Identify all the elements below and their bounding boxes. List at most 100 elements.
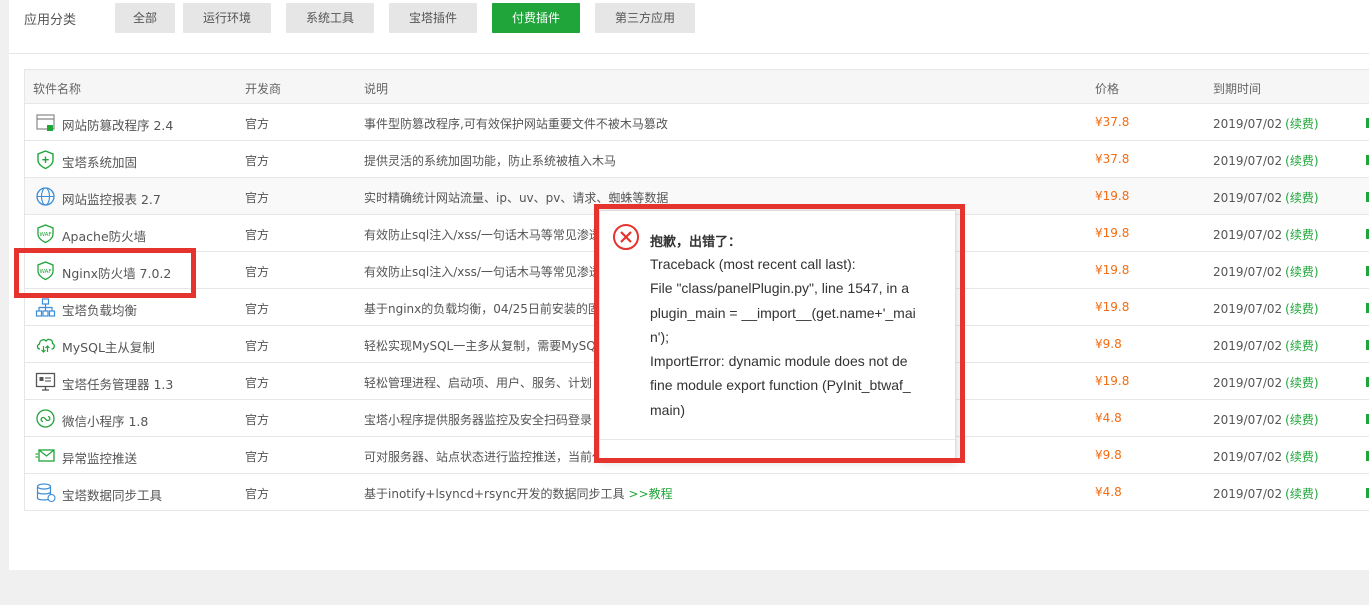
plugin-name[interactable]: MySQL主从复制	[62, 337, 155, 356]
plugin-description: 事件型防篡改程序,可有效保护网站重要文件不被木马篡改	[364, 117, 668, 131]
renew-link[interactable]: (续费)	[1285, 228, 1318, 242]
plugin-expire-wrap: 2019/07/02 (续费)	[1213, 374, 1319, 391]
plugin-vendor: 官方	[245, 487, 270, 501]
plugin-description: 有效防止sql注入/xss/一句话木马等常见渗透	[364, 265, 601, 279]
svg-text:WAF: WAF	[39, 232, 51, 238]
table-header: 软件名称 开发商 说明 价格 到期时间	[25, 70, 1369, 104]
plugin-expire-date: 2019/07/02	[1213, 339, 1283, 353]
header-name: 软件名称	[33, 82, 82, 96]
category-paid-plugins-button[interactable]: 付费插件	[492, 3, 580, 33]
plugin-name[interactable]: 宝塔任务管理器 1.3	[62, 374, 173, 393]
category-label: 应用分类	[24, 13, 77, 28]
plugin-description: 宝塔小程序提供服务器监控及安全扫码登录	[364, 413, 593, 427]
plugin-expire-date: 2019/07/02	[1213, 376, 1283, 390]
category-third-party-button[interactable]: 第三方应用	[595, 3, 695, 33]
renew-link[interactable]: (续费)	[1285, 413, 1318, 427]
plugin-vendor: 官方	[245, 302, 270, 316]
header-price: 价格	[1095, 82, 1120, 96]
plugin-expire-wrap: 2019/07/02 (续费)	[1213, 152, 1319, 169]
renew-link[interactable]: (续费)	[1285, 117, 1318, 131]
plugin-vendor: 官方	[245, 339, 270, 353]
plugin-description: 基于inotify+lsyncd+rsync开发的数据同步工具	[364, 487, 625, 501]
renew-link[interactable]: (续费)	[1285, 487, 1318, 501]
category-bar: 应用分类 全部 运行环境 系统工具 宝塔插件 付费插件 第三方应用	[9, 0, 1369, 54]
plugin-expire-date: 2019/07/02	[1213, 302, 1283, 316]
renew-link[interactable]: (续费)	[1285, 191, 1318, 205]
plugin-vendor: 官方	[245, 191, 270, 205]
plugin-expire-date: 2019/07/02	[1213, 450, 1283, 464]
plugin-expire-wrap: 2019/07/02 (续费)	[1213, 300, 1319, 317]
plugin-price: ¥37.8	[1095, 152, 1130, 166]
table-row[interactable]: 网站防篡改程序 2.4 官方 事件型防篡改程序,可有效保护网站重要文件不被木马篡改 ¥…	[25, 104, 1369, 141]
plugin-vendor: 官方	[245, 265, 270, 279]
plugin-expire-date: 2019/07/02	[1213, 191, 1283, 205]
plugin-name[interactable]: 宝塔系统加固	[62, 152, 137, 171]
plugin-name[interactable]: 异常监控推送	[62, 448, 137, 467]
plugin-expire-wrap: 2019/07/02 (续费)	[1213, 115, 1319, 132]
plugin-expire-wrap: 2019/07/02 (续费)	[1213, 411, 1319, 428]
renew-link[interactable]: (续费)	[1285, 450, 1318, 464]
plugin-expire-wrap: 2019/07/02 (续费)	[1213, 226, 1319, 243]
waf-icon: WAF	[37, 224, 54, 244]
plugin-description-wrap: 基于inotify+lsyncd+rsync开发的数据同步工具 >>教程	[364, 485, 673, 502]
plugin-price: ¥19.8	[1095, 300, 1130, 314]
database-sync-icon	[36, 483, 56, 503]
plugin-price: ¥19.8	[1095, 374, 1130, 388]
plugin-description: 有效防止sql注入/xss/一句话木马等常见渗透	[364, 228, 601, 242]
plugin-price: ¥4.8	[1095, 411, 1122, 425]
plugin-price: ¥4.8	[1095, 485, 1122, 499]
load-balance-icon	[35, 298, 56, 317]
tutorial-link[interactable]: >>教程	[629, 487, 673, 501]
plugin-expire-date: 2019/07/02	[1213, 413, 1283, 427]
plugin-description: 提供灵活的系统加固功能，防止系统被植入木马	[364, 154, 617, 168]
plugin-vendor: 官方	[245, 413, 270, 427]
header-description: 说明	[364, 82, 389, 96]
plugin-vendor: 官方	[245, 450, 270, 464]
task-manager-icon	[35, 372, 56, 391]
plugin-name[interactable]: 网站监控报表 2.7	[62, 189, 161, 208]
header-vendor: 开发商	[245, 82, 282, 96]
plugin-price: ¥19.8	[1095, 263, 1130, 277]
highlight-box-error	[594, 204, 965, 463]
category-all-button[interactable]: 全部	[115, 3, 175, 33]
renew-link[interactable]: (续费)	[1285, 154, 1318, 168]
plugin-description: 基于nginx的负载均衡，04/25日前安装的固	[364, 302, 600, 316]
plugin-price: ¥37.8	[1095, 115, 1130, 129]
renew-link[interactable]: (续费)	[1285, 339, 1318, 353]
plugin-name[interactable]: 网站防篡改程序 2.4	[62, 115, 173, 134]
plugin-expire-date: 2019/07/02	[1213, 487, 1283, 501]
table-row[interactable]: 宝塔系统加固 官方 提供灵活的系统加固功能，防止系统被植入木马 ¥37.8 2019/0…	[25, 141, 1369, 178]
renew-link[interactable]: (续费)	[1285, 376, 1318, 390]
mini-program-icon	[36, 409, 55, 428]
mail-push-icon	[35, 449, 55, 462]
category-system-tools-button[interactable]: 系统工具	[286, 3, 374, 33]
plugin-name[interactable]: 宝塔数据同步工具	[62, 485, 162, 504]
cloud-sync-icon	[36, 338, 55, 353]
plugin-expire-date: 2019/07/02	[1213, 154, 1283, 168]
plugin-vendor: 官方	[245, 117, 270, 131]
plugin-expire-wrap: 2019/07/02 (续费)	[1213, 448, 1319, 465]
plugin-name[interactable]: 宝塔负载均衡	[62, 300, 137, 319]
plugin-name[interactable]: 微信小程序 1.8	[62, 411, 148, 430]
category-runtime-button[interactable]: 运行环境	[183, 3, 271, 33]
plugin-name[interactable]: Apache防火墙	[62, 226, 146, 245]
plugin-price: ¥9.8	[1095, 448, 1122, 462]
category-bt-plugins-button[interactable]: 宝塔插件	[389, 3, 477, 33]
plugin-price: ¥19.8	[1095, 226, 1130, 240]
tamper-proof-icon	[36, 114, 55, 131]
shield-plus-icon	[37, 150, 54, 170]
plugin-description: 轻松实现MySQL一主多从复制，需要MySQ	[364, 339, 596, 353]
plugin-expire-wrap: 2019/07/02 (续费)	[1213, 485, 1319, 502]
plugin-description: 轻松管理进程、启动项、用户、服务、计划	[364, 376, 593, 390]
table-row[interactable]: 宝塔数据同步工具 官方 基于inotify+lsyncd+rsync开发的数据同步工…	[25, 474, 1369, 511]
plugin-vendor: 官方	[245, 376, 270, 390]
renew-link[interactable]: (续费)	[1285, 265, 1318, 279]
plugin-vendor: 官方	[245, 154, 270, 168]
plugin-expire-date: 2019/07/02	[1213, 265, 1283, 279]
globe-monitor-icon	[36, 187, 55, 206]
plugin-vendor: 官方	[245, 228, 270, 242]
plugin-expire-wrap: 2019/07/02 (续费)	[1213, 189, 1319, 206]
plugin-expire-wrap: 2019/07/02 (续费)	[1213, 263, 1319, 280]
header-expire: 到期时间	[1213, 82, 1262, 96]
renew-link[interactable]: (续费)	[1285, 302, 1318, 316]
